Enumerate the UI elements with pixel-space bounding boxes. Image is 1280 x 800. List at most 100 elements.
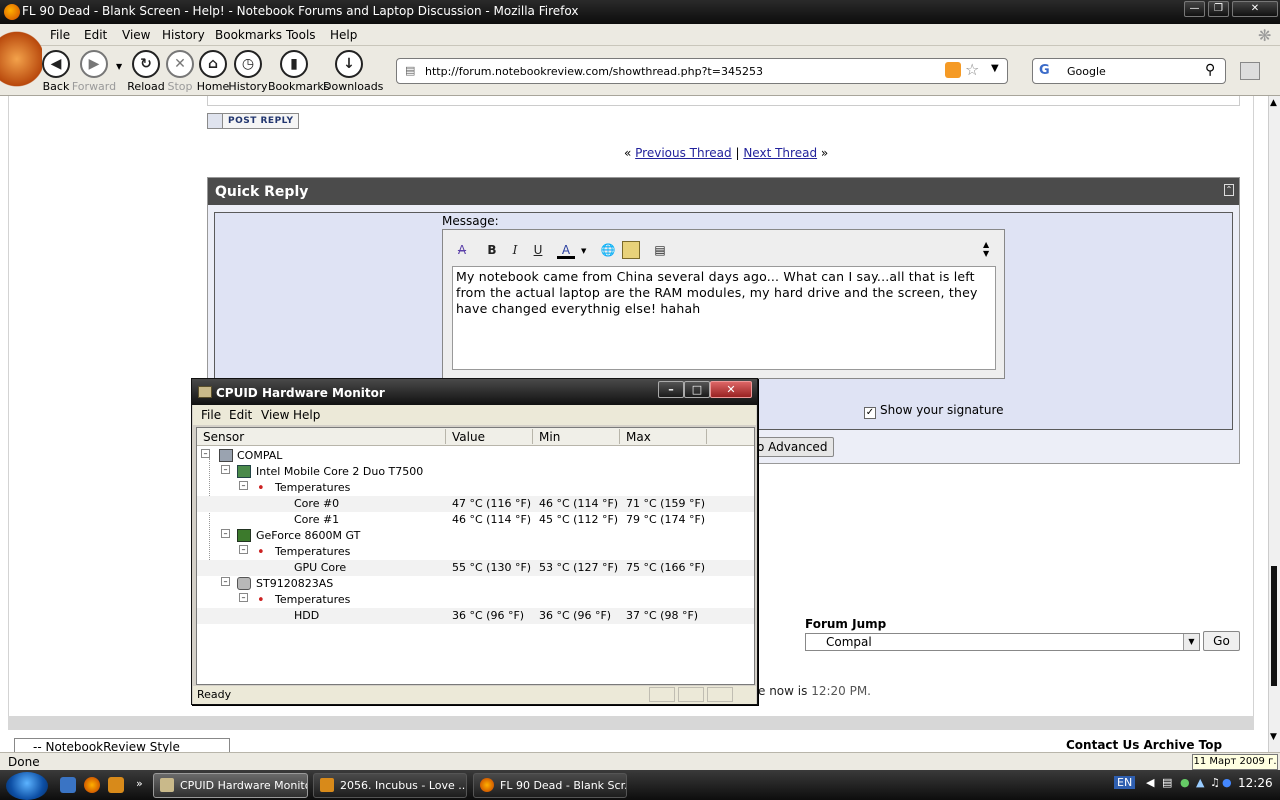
signature-checkbox[interactable]: ✓	[864, 407, 876, 419]
message-textarea[interactable]: My notebook came from China several days…	[452, 266, 996, 370]
tree-node-hdd[interactable]: – ST9120823AS	[197, 576, 754, 592]
task-music-player[interactable]: 2056. Incubus - Love ...	[313, 773, 467, 798]
forum-jump-select[interactable]: Compal ▼	[805, 633, 1200, 651]
menu-help[interactable]: Help	[330, 28, 357, 42]
history-button[interactable]: ◷ History	[222, 48, 274, 94]
firefox-icon	[480, 778, 494, 792]
menu-bookmarks[interactable]: Bookmarks	[215, 28, 282, 42]
tree-node-gpu[interactable]: – GeForce 8600M GT	[197, 528, 754, 544]
collapse-toggle[interactable]: –	[221, 577, 230, 586]
go-advanced-button[interactable]: o Advanced	[750, 437, 834, 457]
signal-icon[interactable]: ▲	[1196, 776, 1204, 789]
insert-link-icon[interactable]: 🌐	[599, 241, 617, 259]
task-cpuid[interactable]: CPUID Hardware Monitor	[153, 773, 308, 798]
search-icon[interactable]: ⚲	[1205, 62, 1215, 78]
collapse-toggle[interactable]: –	[201, 449, 210, 458]
cpuid-minimize-button[interactable]: –	[658, 381, 684, 398]
menu-tools[interactable]: Tools	[286, 28, 316, 42]
collapse-toggle[interactable]: –	[239, 593, 248, 602]
next-thread-link[interactable]: Next Thread	[743, 146, 817, 160]
search-box[interactable]: G Google ⚲	[1032, 58, 1226, 84]
footer-links[interactable]: Contact Us Archive Top	[1066, 738, 1222, 752]
cpuid-window: CPUID Hardware Monitor – □ ✕ File Edit V…	[191, 378, 758, 705]
post-reply-button[interactable]: POST REPLY	[207, 113, 299, 129]
color-dropdown-icon[interactable]: ▼	[581, 247, 586, 255]
menu-edit[interactable]: Edit	[84, 28, 107, 42]
language-indicator[interactable]: EN	[1114, 776, 1136, 789]
column-sensor[interactable]: Sensor	[203, 430, 244, 444]
tree-node-cpu-temperatures[interactable]: – • Temperatures	[197, 480, 754, 496]
quick-reply-title: Quick Reply	[208, 178, 1239, 205]
sidebar-toggle-icon[interactable]	[1240, 62, 1260, 80]
italic-icon[interactable]: I	[506, 241, 524, 259]
column-max[interactable]: Max	[626, 430, 651, 444]
tree-node-gpu-temperatures[interactable]: – • Temperatures	[197, 544, 754, 560]
collapse-toggle[interactable]: –	[239, 481, 248, 490]
scrollbar-thumb[interactable]	[1271, 566, 1277, 686]
clock[interactable]: 12:26	[1238, 776, 1273, 790]
network-icon[interactable]: ▤	[1162, 776, 1172, 789]
column-min[interactable]: Min	[539, 430, 560, 444]
app-quicklaunch-icon[interactable]	[108, 777, 124, 793]
tray-app-icon[interactable]: ●	[1180, 776, 1190, 789]
task-firefox[interactable]: FL 90 Dead - Blank Scr...	[473, 773, 627, 798]
maximize-button[interactable]: ❐	[1208, 1, 1229, 17]
tree-node-cpu[interactable]: – Intel Mobile Core 2 Duo T7500	[197, 464, 754, 480]
remove-format-icon[interactable]: A	[453, 241, 471, 259]
menu-view[interactable]: View	[122, 28, 150, 42]
cpuid-title-bar[interactable]: CPUID Hardware Monitor – □ ✕	[192, 379, 757, 405]
insert-image-icon[interactable]	[622, 241, 640, 259]
close-button[interactable]: ✕	[1232, 1, 1278, 17]
collapse-toggle[interactable]: –	[221, 529, 230, 538]
sensor-row-gpu-core[interactable]: GPU Core 55 °C (130 °F) 53 °C (127 °F) 7…	[197, 560, 754, 576]
page-scrollbar[interactable]: ▲ ▼	[1268, 96, 1280, 752]
cpuid-menu-help[interactable]: Help	[293, 408, 320, 422]
show-desktop-icon[interactable]	[60, 777, 76, 793]
status-text: Done	[8, 755, 40, 769]
downloads-button[interactable]: ↓ Downloads	[323, 48, 383, 94]
bold-icon[interactable]: B	[483, 241, 501, 259]
forum-jump-go-button[interactable]: Go	[1203, 631, 1240, 651]
url-dropdown-icon[interactable]: ▼	[991, 63, 999, 74]
collapse-icon[interactable]: ⌃	[1224, 184, 1234, 196]
sensor-row-core1[interactable]: Core #1 46 °C (114 °F) 45 °C (112 °F) 79…	[197, 512, 754, 528]
previous-post-bottom	[207, 96, 1240, 106]
google-engine-icon[interactable]: G	[1039, 63, 1050, 78]
start-button[interactable]	[6, 772, 48, 800]
cpuid-menu-file[interactable]: File	[201, 408, 221, 422]
current-time-text: e now is 12:20 PM.	[758, 684, 871, 698]
underline-icon[interactable]: U	[529, 241, 547, 259]
bookmarks-button[interactable]: ▮ Bookmarks	[268, 48, 329, 94]
tray-expand-icon[interactable]: ◀	[1146, 776, 1154, 789]
address-bar[interactable]: ▤ http://forum.notebookreview.com/showth…	[396, 58, 1008, 84]
menu-history[interactable]: History	[162, 28, 205, 42]
menu-file[interactable]: File	[50, 28, 70, 42]
collapse-toggle[interactable]: –	[239, 545, 248, 554]
forward-button[interactable]: ▶ Forward	[68, 48, 120, 94]
scroll-down-icon[interactable]: ▼	[1270, 732, 1277, 742]
tree-node-computer[interactable]: – COMPAL	[197, 448, 754, 464]
cpuid-menu-edit[interactable]: Edit	[229, 408, 252, 422]
cpuid-menu-view[interactable]: View	[261, 408, 289, 422]
resize-editor-icon[interactable]: ▲ ▼	[983, 240, 989, 258]
sensor-row-core0[interactable]: Core #0 47 °C (116 °F) 46 °C (114 °F) 71…	[197, 496, 754, 512]
column-value[interactable]: Value	[452, 430, 485, 444]
rss-feed-icon[interactable]	[945, 62, 961, 78]
tree-node-hdd-temperatures[interactable]: – • Temperatures	[197, 592, 754, 608]
star-bookmark-icon[interactable]: ☆	[965, 60, 979, 79]
text-color-icon[interactable]: A	[557, 241, 575, 259]
sensor-list-header: Sensor Value Min Max	[197, 428, 754, 446]
volume-icon[interactable]: ♫	[1210, 776, 1220, 789]
cpuid-maximize-button[interactable]: □	[684, 381, 710, 398]
scroll-up-icon[interactable]: ▲	[1270, 98, 1277, 108]
bluetooth-icon[interactable]: ●	[1222, 776, 1232, 789]
firefox-quicklaunch-icon[interactable]	[84, 777, 100, 793]
more-quicklaunch-icon[interactable]: »	[136, 777, 143, 790]
collapse-toggle[interactable]: –	[221, 465, 230, 474]
quote-icon[interactable]: ▤	[651, 241, 669, 259]
sensor-row-hdd[interactable]: HDD 36 °C (96 °F) 36 °C (96 °F) 37 °C (9…	[197, 608, 754, 624]
previous-thread-link[interactable]: Previous Thread	[635, 146, 732, 160]
show-signature-option[interactable]: ✓ Show your signature	[864, 403, 1004, 419]
minimize-button[interactable]: —	[1184, 1, 1205, 17]
cpuid-close-button[interactable]: ✕	[710, 381, 752, 398]
